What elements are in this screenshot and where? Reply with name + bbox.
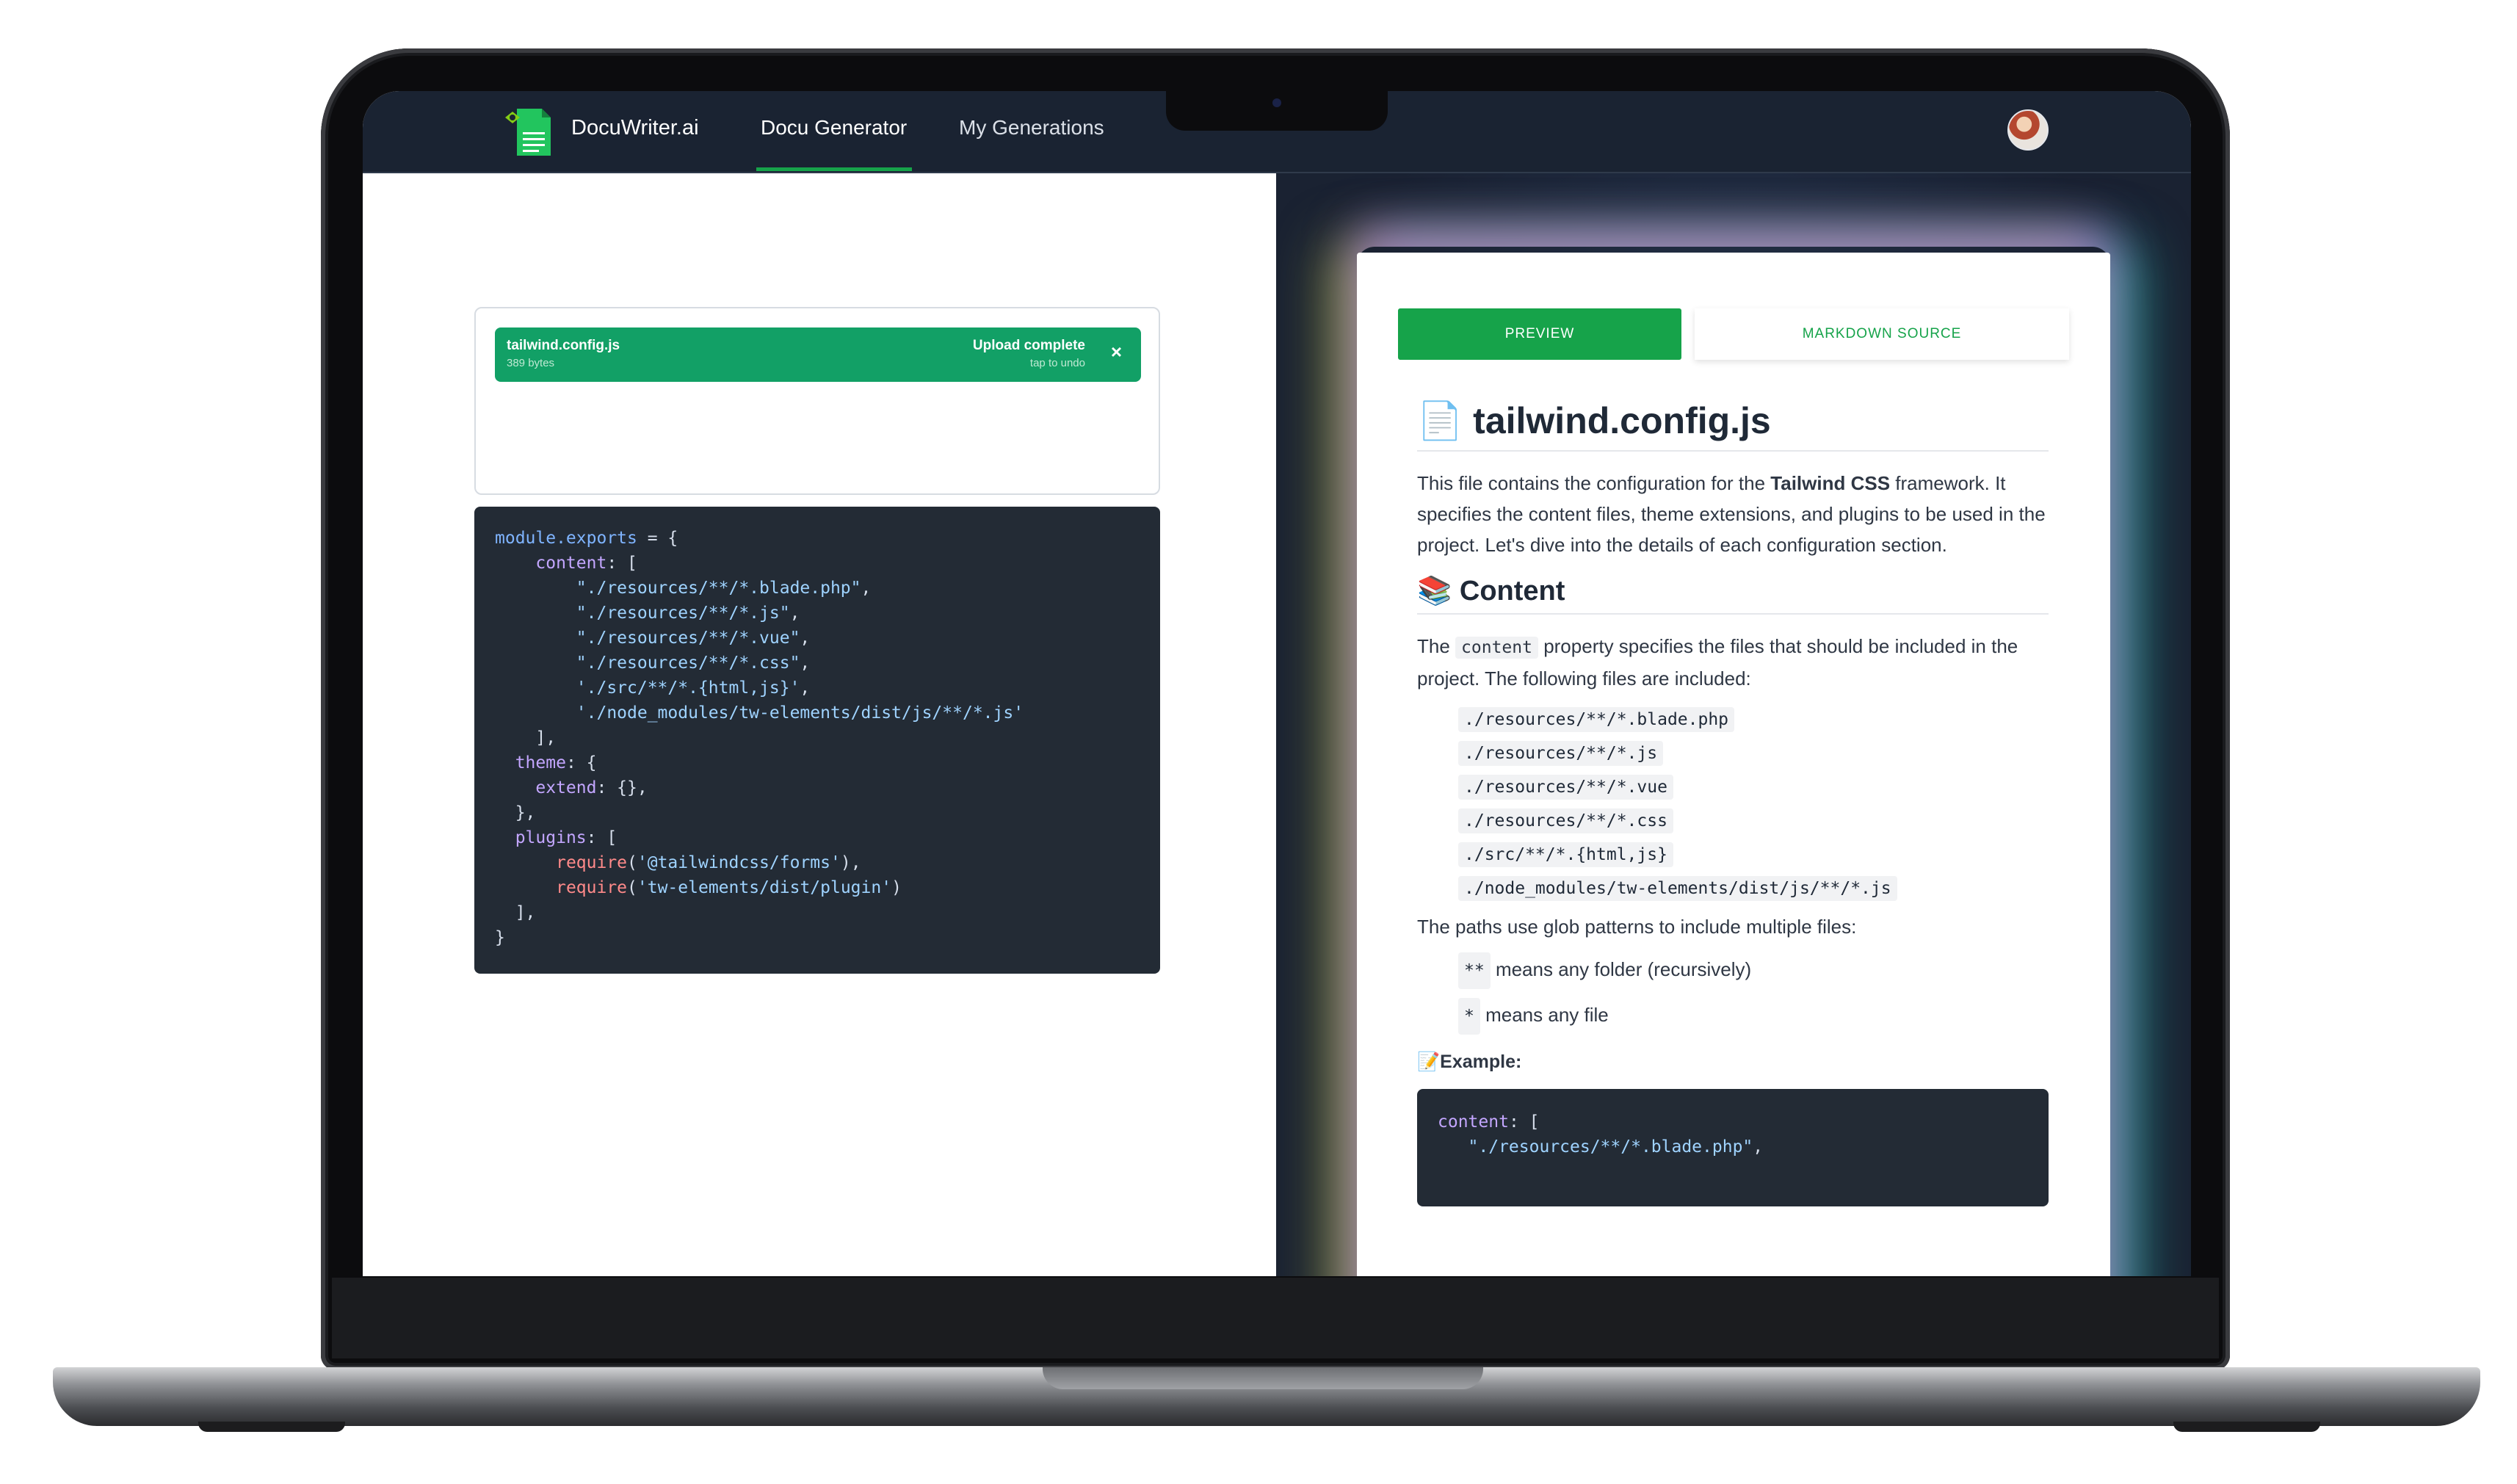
glob-item: ** means any folder (recursively) [1458,952,2049,989]
intro-text-1: This file contains the configuration for… [1417,472,1771,494]
glob-code: ** [1458,952,1491,989]
example-label: 📝Example: [1417,1046,2049,1077]
content-heading-text: Content [1459,576,1565,607]
glob-code: * [1458,998,1480,1035]
output-pane: PREVIEW MARKDOWN SOURCE 📄 tailwind.confi… [1276,173,2191,1276]
list-item: ./resources/**/*.vue [1458,775,1673,800]
close-icon[interactable]: × [1111,341,1122,363]
content-paragraph: The content property specifies the files… [1417,631,2049,694]
example-code: content: [ "./resources/**/*.blade.php", [1438,1112,1764,1157]
docuwriter-logo-icon[interactable] [502,103,561,162]
nav-docu-generator[interactable]: Docu Generator [761,116,907,140]
list-item: ./resources/**/*.js [1458,741,1664,766]
undo-hint[interactable]: tap to undo [1030,357,1085,369]
doc-title: 📄 tailwind.config.js [1417,399,2049,452]
memo-emoji-icon: 📝 [1417,1052,1441,1072]
source-code: module.exports = { content: [ "./resourc… [495,529,1024,947]
screen: DocuWriter.ai Docu Generator My Generati… [363,91,2191,1276]
list-item: ./resources/**/*.blade.php [1458,707,1735,732]
user-avatar[interactable] [2007,109,2049,151]
camera-icon [1272,98,1281,107]
laptop-foot-left [198,1422,345,1432]
uploaded-file-size: 389 bytes [507,357,555,369]
content-text-1: The [1417,635,1456,657]
tab-preview[interactable]: PREVIEW [1398,308,1681,360]
file-dropzone[interactable]: tailwind.config.js 389 bytes Upload comp… [474,307,1160,495]
intro-bold: Tailwind CSS [1770,472,1891,494]
active-nav-indicator [756,167,912,171]
list-item: ./src/**/*.{html,js} [1458,842,1673,867]
nav-my-generations[interactable]: My Generations [959,116,1104,140]
glob-item: * means any file [1458,998,2049,1035]
intro-paragraph: This file contains the configuration for… [1417,468,2049,560]
laptop-chin [332,1278,2219,1358]
list-item: ./node_modules/tw-elements/dist/js/**/*.… [1458,876,1897,901]
upload-status-bar: tailwind.config.js 389 bytes Upload comp… [495,327,1141,382]
laptop-foot-right [2173,1422,2320,1432]
brand-name[interactable]: DocuWriter.ai [571,116,699,140]
books-emoji-icon: 📚 [1417,576,1452,607]
inline-code-content: content [1455,637,1538,659]
camera-notch [1166,91,1388,131]
file-list: ./resources/**/*.blade.php ./resources/*… [1417,707,2049,901]
document-emoji-icon: 📄 [1417,400,1463,441]
input-pane: tailwind.config.js 389 bytes Upload comp… [363,173,1276,1276]
documentation-card: PREVIEW MARKDOWN SOURCE 📄 tailwind.confi… [1357,253,2110,1276]
laptop-opening-notch [1043,1367,1483,1389]
glob-text: means any file [1485,1004,1609,1026]
glob-text: means any folder (recursively) [1495,958,1752,980]
doc-title-text: tailwind.config.js [1473,400,1771,441]
uploaded-file-name: tailwind.config.js [507,338,620,353]
upload-status-text: Upload complete [972,338,1085,353]
list-item: ./resources/**/*.css [1458,808,1673,833]
example-code-block: content: [ "./resources/**/*.blade.php", [1417,1089,2049,1206]
documentation-body: 📄 tailwind.config.js This file contains … [1417,399,2049,1206]
content-heading: 📚 Content [1417,575,2049,615]
tab-markdown-source[interactable]: MARKDOWN SOURCE [1695,308,2069,360]
glob-intro: The paths use glob patterns to include m… [1417,916,1857,938]
example-label-text: Example: [1440,1052,1522,1072]
source-code-block: module.exports = { content: [ "./resourc… [474,507,1160,974]
